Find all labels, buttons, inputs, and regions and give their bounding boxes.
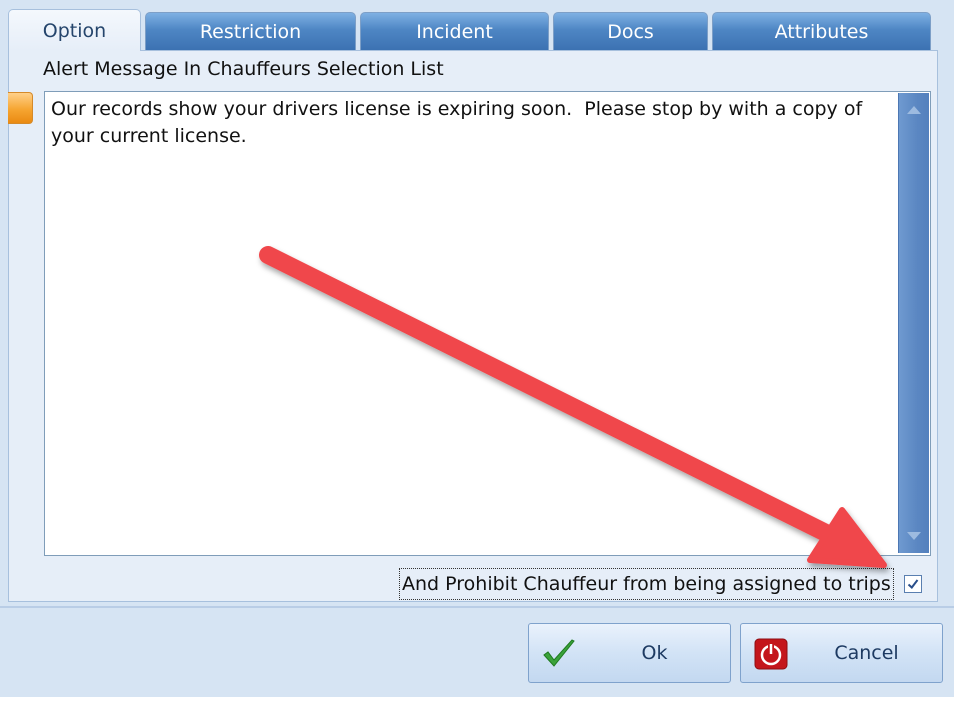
tab-option-label: Option [42, 19, 107, 42]
checkmark-icon [543, 639, 575, 667]
tab-strip: Option Restriction Incident Docs Attribu… [0, 0, 954, 51]
alert-message-label: Alert Message In Chauffeurs Selection Li… [43, 58, 444, 80]
tab-docs[interactable]: Docs [553, 12, 708, 50]
orange-side-tab[interactable] [8, 92, 33, 124]
dialog: Option Restriction Incident Docs Attribu… [0, 0, 954, 704]
message-scrollbar[interactable] [898, 93, 929, 553]
arrow-down-icon[interactable] [899, 523, 929, 549]
cancel-button[interactable]: Cancel [740, 623, 943, 683]
tab-docs-label: Docs [607, 20, 654, 43]
prohibit-checkbox-label[interactable]: And Prohibit Chauffeur from being assign… [399, 568, 894, 600]
prohibit-checkbox[interactable] [904, 575, 922, 593]
ok-button[interactable]: Ok [528, 623, 731, 683]
tab-attributes[interactable]: Attributes [712, 12, 931, 50]
power-stop-icon [754, 638, 788, 670]
tab-strip-edge [934, 0, 954, 50]
checkmark-icon [907, 579, 919, 589]
tab-option[interactable]: Option [8, 9, 141, 51]
tab-incident-label: Incident [416, 20, 493, 43]
bottom-strip [0, 697, 954, 704]
ok-button-label: Ok [641, 642, 668, 664]
cancel-button-label: Cancel [834, 642, 899, 664]
arrow-up-icon[interactable] [899, 97, 929, 123]
alert-message-text[interactable]: Our records show your drivers license is… [51, 96, 881, 150]
tab-restriction[interactable]: Restriction [145, 12, 356, 50]
alert-message-textarea[interactable] [44, 91, 931, 556]
tab-restriction-label: Restriction [199, 20, 302, 43]
tab-attributes-label: Attributes [774, 20, 869, 43]
tab-incident[interactable]: Incident [360, 12, 549, 50]
